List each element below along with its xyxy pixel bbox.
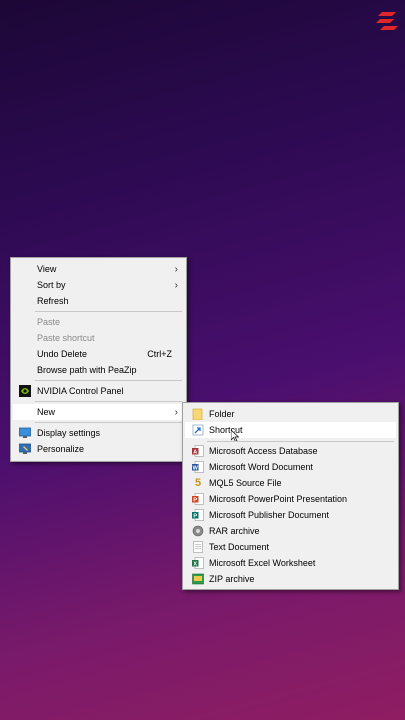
menu-item-view[interactable]: View › <box>13 261 184 277</box>
shortcut-icon <box>192 424 204 436</box>
powerpoint-document-icon: P <box>192 493 204 505</box>
submenu-item-rar-archive[interactable]: RAR archive <box>185 523 396 539</box>
menu-item-browse-peazip[interactable]: Browse path with PeaZip <box>13 362 184 378</box>
keyboard-shortcut: Ctrl+Z <box>147 349 172 359</box>
access-document-icon: A <box>192 445 204 457</box>
menu-item-label: Microsoft Word Document <box>209 462 313 472</box>
submenu-item-text-document[interactable]: Text Document <box>185 539 396 555</box>
chevron-right-icon: › <box>174 406 178 418</box>
word-document-icon: W <box>192 461 204 473</box>
submenu-item-folder[interactable]: Folder <box>185 406 396 422</box>
menu-item-label: Personalize <box>37 444 85 454</box>
menu-item-label: Microsoft Access Database <box>209 446 318 456</box>
menu-item-undo-delete[interactable]: Undo Delete Ctrl+Z <box>13 346 184 362</box>
menu-separator <box>35 401 182 402</box>
submenu-item-access-database[interactable]: A Microsoft Access Database <box>185 443 396 459</box>
zip-archive-icon <box>192 573 204 585</box>
svg-text:W: W <box>193 465 199 471</box>
excel-document-icon: X <box>192 557 204 569</box>
menu-item-label: View <box>37 264 57 274</box>
new-submenu: Folder Shortcut A Microsoft Access Datab… <box>182 402 399 590</box>
svg-text:A: A <box>193 449 197 455</box>
menu-item-paste[interactable]: Paste <box>13 314 184 330</box>
text-document-icon <box>193 541 203 553</box>
menu-item-nvidia-control-panel[interactable]: NVIDIA Control Panel <box>13 383 184 399</box>
menu-separator <box>35 422 182 423</box>
desktop-context-menu: View › Sort by › Refresh Paste Paste sho… <box>10 257 187 462</box>
mql5-icon: 5 <box>194 477 202 489</box>
menu-item-paste-shortcut[interactable]: Paste shortcut <box>13 330 184 346</box>
menu-item-personalize[interactable]: Personalize <box>13 441 184 457</box>
svg-text:P: P <box>193 513 197 519</box>
menu-separator <box>35 311 182 312</box>
menu-item-label: Refresh <box>37 296 69 306</box>
personalize-icon <box>19 443 31 454</box>
nvidia-icon <box>19 385 31 397</box>
brand-logo-icon <box>376 12 398 30</box>
menu-item-sort-by[interactable]: Sort by › <box>13 277 184 293</box>
menu-item-label: Text Document <box>209 542 270 552</box>
menu-item-label: RAR archive <box>209 526 260 536</box>
menu-item-label: Folder <box>209 409 235 419</box>
publisher-document-icon: P <box>192 509 204 521</box>
svg-text:P: P <box>193 497 197 503</box>
menu-item-label: Paste shortcut <box>37 333 95 343</box>
menu-item-label: Undo Delete <box>37 349 88 359</box>
menu-item-label: Paste <box>37 317 61 327</box>
display-icon <box>19 427 31 438</box>
submenu-item-shortcut[interactable]: Shortcut <box>185 422 396 442</box>
menu-item-label: Microsoft PowerPoint Presentation <box>209 494 348 504</box>
menu-item-label: Microsoft Excel Worksheet <box>209 558 316 568</box>
chevron-right-icon: › <box>174 279 178 291</box>
menu-item-refresh[interactable]: Refresh <box>13 293 184 309</box>
menu-item-label: NVIDIA Control Panel <box>37 386 124 396</box>
menu-item-label: ZIP archive <box>209 574 255 584</box>
submenu-item-mql5-source-file[interactable]: 5 MQL5 Source File <box>185 475 396 491</box>
submenu-item-excel-worksheet[interactable]: X Microsoft Excel Worksheet <box>185 555 396 571</box>
svg-text:X: X <box>193 561 197 567</box>
menu-item-label: Sort by <box>37 280 66 290</box>
menu-separator <box>35 380 182 381</box>
rar-archive-icon <box>192 525 204 537</box>
menu-item-label: New <box>37 407 56 417</box>
menu-item-label: Display settings <box>37 428 101 438</box>
menu-item-label: Microsoft Publisher Document <box>209 510 330 520</box>
submenu-item-publisher-document[interactable]: P Microsoft Publisher Document <box>185 507 396 523</box>
menu-item-label: Browse path with PeaZip <box>37 365 137 375</box>
menu-separator <box>207 441 394 442</box>
menu-item-label: MQL5 Source File <box>209 478 282 488</box>
submenu-item-zip-archive[interactable]: ZIP archive <box>185 571 396 587</box>
submenu-item-word-document[interactable]: W Microsoft Word Document <box>185 459 396 475</box>
menu-item-new[interactable]: New › <box>13 404 184 420</box>
chevron-right-icon: › <box>174 263 178 275</box>
submenu-item-powerpoint-presentation[interactable]: P Microsoft PowerPoint Presentation <box>185 491 396 507</box>
menu-item-display-settings[interactable]: Display settings <box>13 425 184 441</box>
folder-icon <box>192 408 203 420</box>
